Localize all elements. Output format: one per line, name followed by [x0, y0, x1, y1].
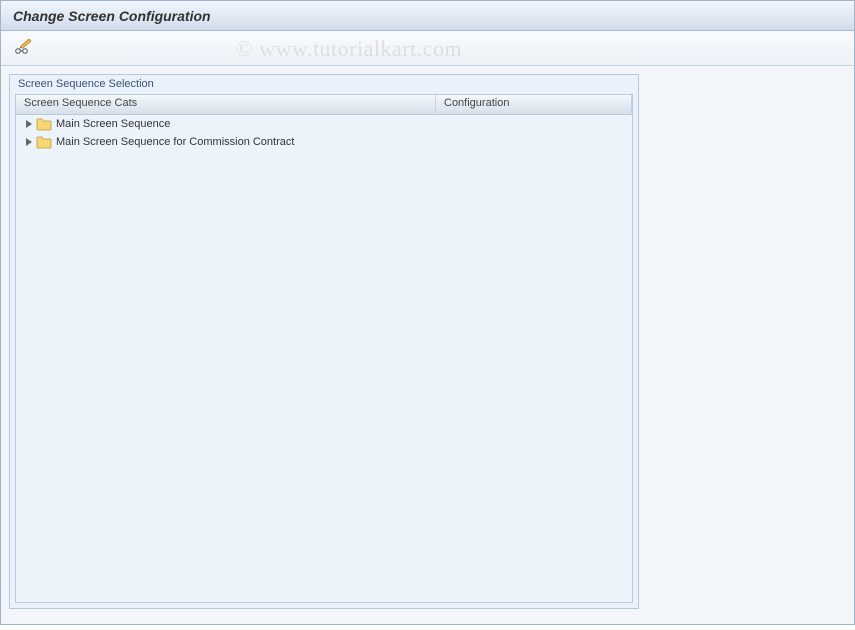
edit-toggle-button[interactable] — [11, 36, 35, 60]
expand-arrow-icon[interactable] — [24, 137, 34, 147]
content-area: Screen Sequence Selection Screen Sequenc… — [1, 66, 854, 624]
tree-header-col-config[interactable]: Configuration — [436, 95, 632, 114]
folder-icon — [36, 135, 52, 149]
expand-arrow-icon[interactable] — [24, 119, 34, 129]
folder-icon — [36, 117, 52, 131]
tree-header-col-cats[interactable]: Screen Sequence Cats — [16, 95, 436, 114]
tree-item-label: Main Screen Sequence for Commission Cont… — [56, 136, 294, 148]
tree-body: Main Screen Sequence Main Screen Sequenc… — [16, 115, 632, 602]
tree-row[interactable]: Main Screen Sequence — [16, 115, 632, 133]
tree-item-label: Main Screen Sequence — [56, 118, 170, 130]
screen-sequence-panel: Screen Sequence Selection Screen Sequenc… — [9, 74, 639, 609]
title-bar: Change Screen Configuration — [1, 1, 854, 31]
pencil-glasses-icon — [14, 39, 32, 58]
tree-row[interactable]: Main Screen Sequence for Commission Cont… — [16, 133, 632, 151]
tree-container: Screen Sequence Cats Configuration — [15, 94, 633, 603]
page-title: Change Screen Configuration — [13, 8, 211, 24]
tree-header: Screen Sequence Cats Configuration — [16, 95, 632, 115]
panel-title: Screen Sequence Selection — [10, 75, 638, 92]
app-window: Change Screen Configuration © www.tutori… — [0, 0, 855, 625]
toolbar — [1, 31, 854, 66]
